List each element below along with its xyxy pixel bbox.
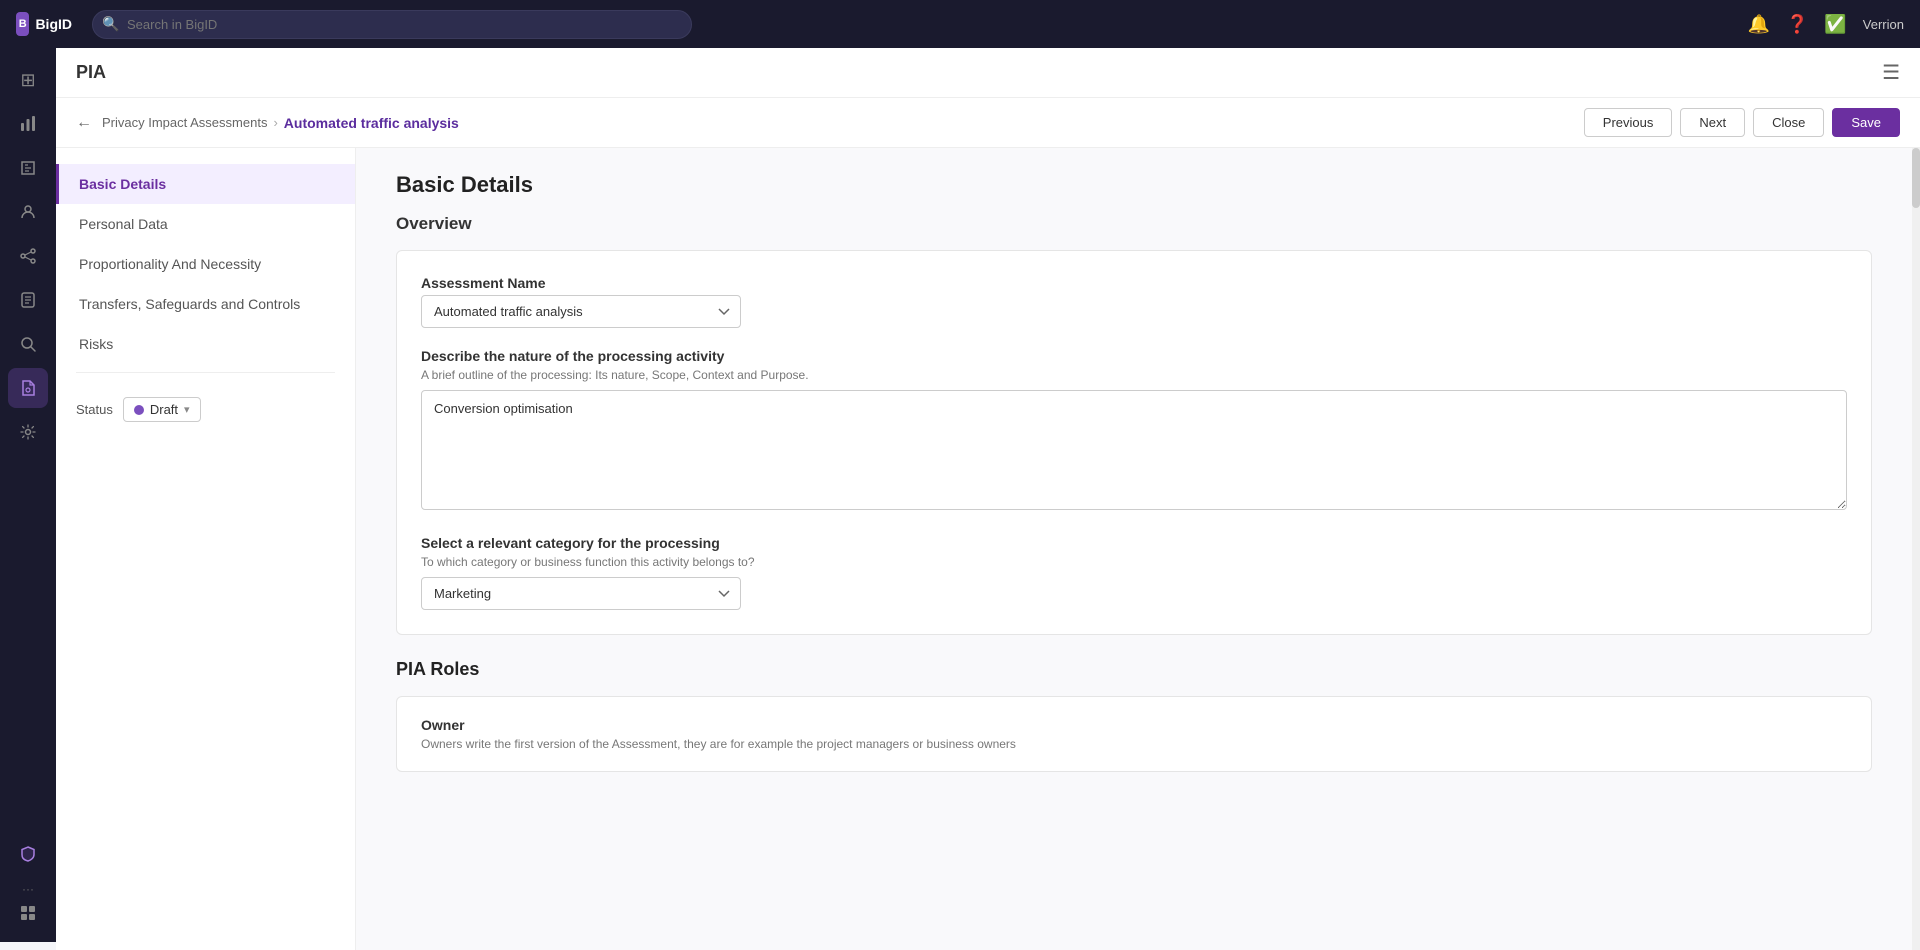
sidebar-item-reports[interactable] [8,148,48,188]
status-dropdown[interactable]: Draft ▾ [123,397,201,422]
search-icon: 🔍 [102,16,119,33]
next-button[interactable]: Next [1680,108,1745,137]
status-value: Draft [150,402,178,417]
app-logo[interactable]: B BigID [16,12,72,36]
breadcrumb-bar: ← Privacy Impact Assessments › Automated… [56,98,1920,148]
username: Verrion [1863,17,1904,32]
nav-item-personal-data[interactable]: Personal Data [56,204,355,244]
assessment-name-label: Assessment Name [421,275,1847,291]
sidebar-item-settings[interactable] [8,412,48,452]
category-label: Select a relevant category for the proce… [421,535,1847,551]
status-row: Status Draft ▾ [56,381,355,430]
logo-text: BigID [35,16,72,32]
owner-title: Owner [421,717,1847,733]
notifications-icon[interactable]: 🔔 [1748,14,1770,35]
processing-activity-label: Describe the nature of the processing ac… [421,348,1847,364]
breadcrumb-actions: Previous Next Close Save [1584,108,1900,137]
status-chevron-icon: ▾ [184,403,190,416]
help-icon[interactable]: ❓ [1786,14,1808,35]
sidebar-bottom: ··· [8,834,48,930]
topbar: B BigID 🔍 🔔 ❓ ✅ Verrion [0,0,1920,48]
breadcrumb: ← Privacy Impact Assessments › Automated… [76,114,459,132]
sidebar-item-scanner[interactable] [8,324,48,364]
status-indicator [134,405,144,415]
category-sublabel: To which category or business function t… [421,555,1847,569]
sidebar-item-connections[interactable] [8,236,48,276]
nav-item-basic-details[interactable]: Basic Details [56,164,355,204]
scrollbar[interactable] [1912,148,1920,950]
topbar-right: 🔔 ❓ ✅ Verrion [1748,14,1904,35]
sidebar-item-dashboard[interactable]: ⊞ [8,60,48,100]
content-layout: Basic Details Personal Data Proportional… [56,148,1920,950]
owner-card: Owner Owners write the first version of … [396,696,1872,772]
sidebar-item-pia[interactable] [8,368,48,408]
sidebar-grid-icon[interactable] [8,904,48,922]
search-bar: 🔍 [92,10,692,39]
previous-button[interactable]: Previous [1584,108,1673,137]
nav-item-transfers[interactable]: Transfers, Safeguards and Controls [56,284,355,324]
breadcrumb-parent-link[interactable]: Privacy Impact Assessments [102,115,267,130]
sidebar-item-bottom1[interactable]: ··· [8,882,48,896]
logo-icon: B [16,12,29,36]
category-group: Select a relevant category for the proce… [421,535,1847,610]
status-label: Status [76,402,113,417]
tasks-icon[interactable]: ✅ [1824,14,1846,35]
assessment-name-group: Assessment Name Automated traffic analys… [421,275,1847,328]
form-area: Basic Details Overview Assessment Name A… [356,148,1912,950]
sidebar-item-users[interactable] [8,192,48,232]
nav-item-risks[interactable]: Risks [56,324,355,364]
sidebar: ⊞ ··· [0,48,56,942]
owner-desc: Owners write the first version of the As… [421,737,1847,751]
save-button[interactable]: Save [1832,108,1900,137]
page-header: PIA ☰ [56,48,1920,98]
page-header-actions: ☰ [1882,60,1900,85]
pia-roles-title: PIA Roles [396,659,1872,680]
processing-activity-textarea[interactable]: Conversion optimisation [421,390,1847,510]
main-content: PIA ☰ ← Privacy Impact Assessments › Aut… [56,48,1920,950]
search-input[interactable] [92,10,692,39]
close-button[interactable]: Close [1753,108,1824,137]
breadcrumb-current: Automated traffic analysis [284,115,459,131]
nav-divider [76,372,335,373]
overview-subtitle: Overview [396,214,1872,234]
breadcrumb-separator: › [273,115,277,130]
category-select[interactable]: Marketing [421,577,741,610]
sidebar-item-analytics[interactable] [8,104,48,144]
scrollbar-thumb[interactable] [1912,148,1920,208]
section-title: Basic Details [396,172,1872,198]
sidebar-item-policies[interactable] [8,280,48,320]
overview-card: Assessment Name Automated traffic analys… [396,250,1872,635]
processing-activity-group: Describe the nature of the processing ac… [421,348,1847,515]
processing-activity-sublabel: A brief outline of the processing: Its n… [421,368,1847,382]
nav-item-proportionality[interactable]: Proportionality And Necessity [56,244,355,284]
page-menu-icon[interactable]: ☰ [1882,60,1900,85]
assessment-name-select[interactable]: Automated traffic analysis [421,295,741,328]
breadcrumb-back-icon[interactable]: ← [76,114,92,132]
left-nav: Basic Details Personal Data Proportional… [56,148,356,950]
sidebar-item-privacy[interactable] [8,834,48,874]
page-title: PIA [76,62,106,83]
